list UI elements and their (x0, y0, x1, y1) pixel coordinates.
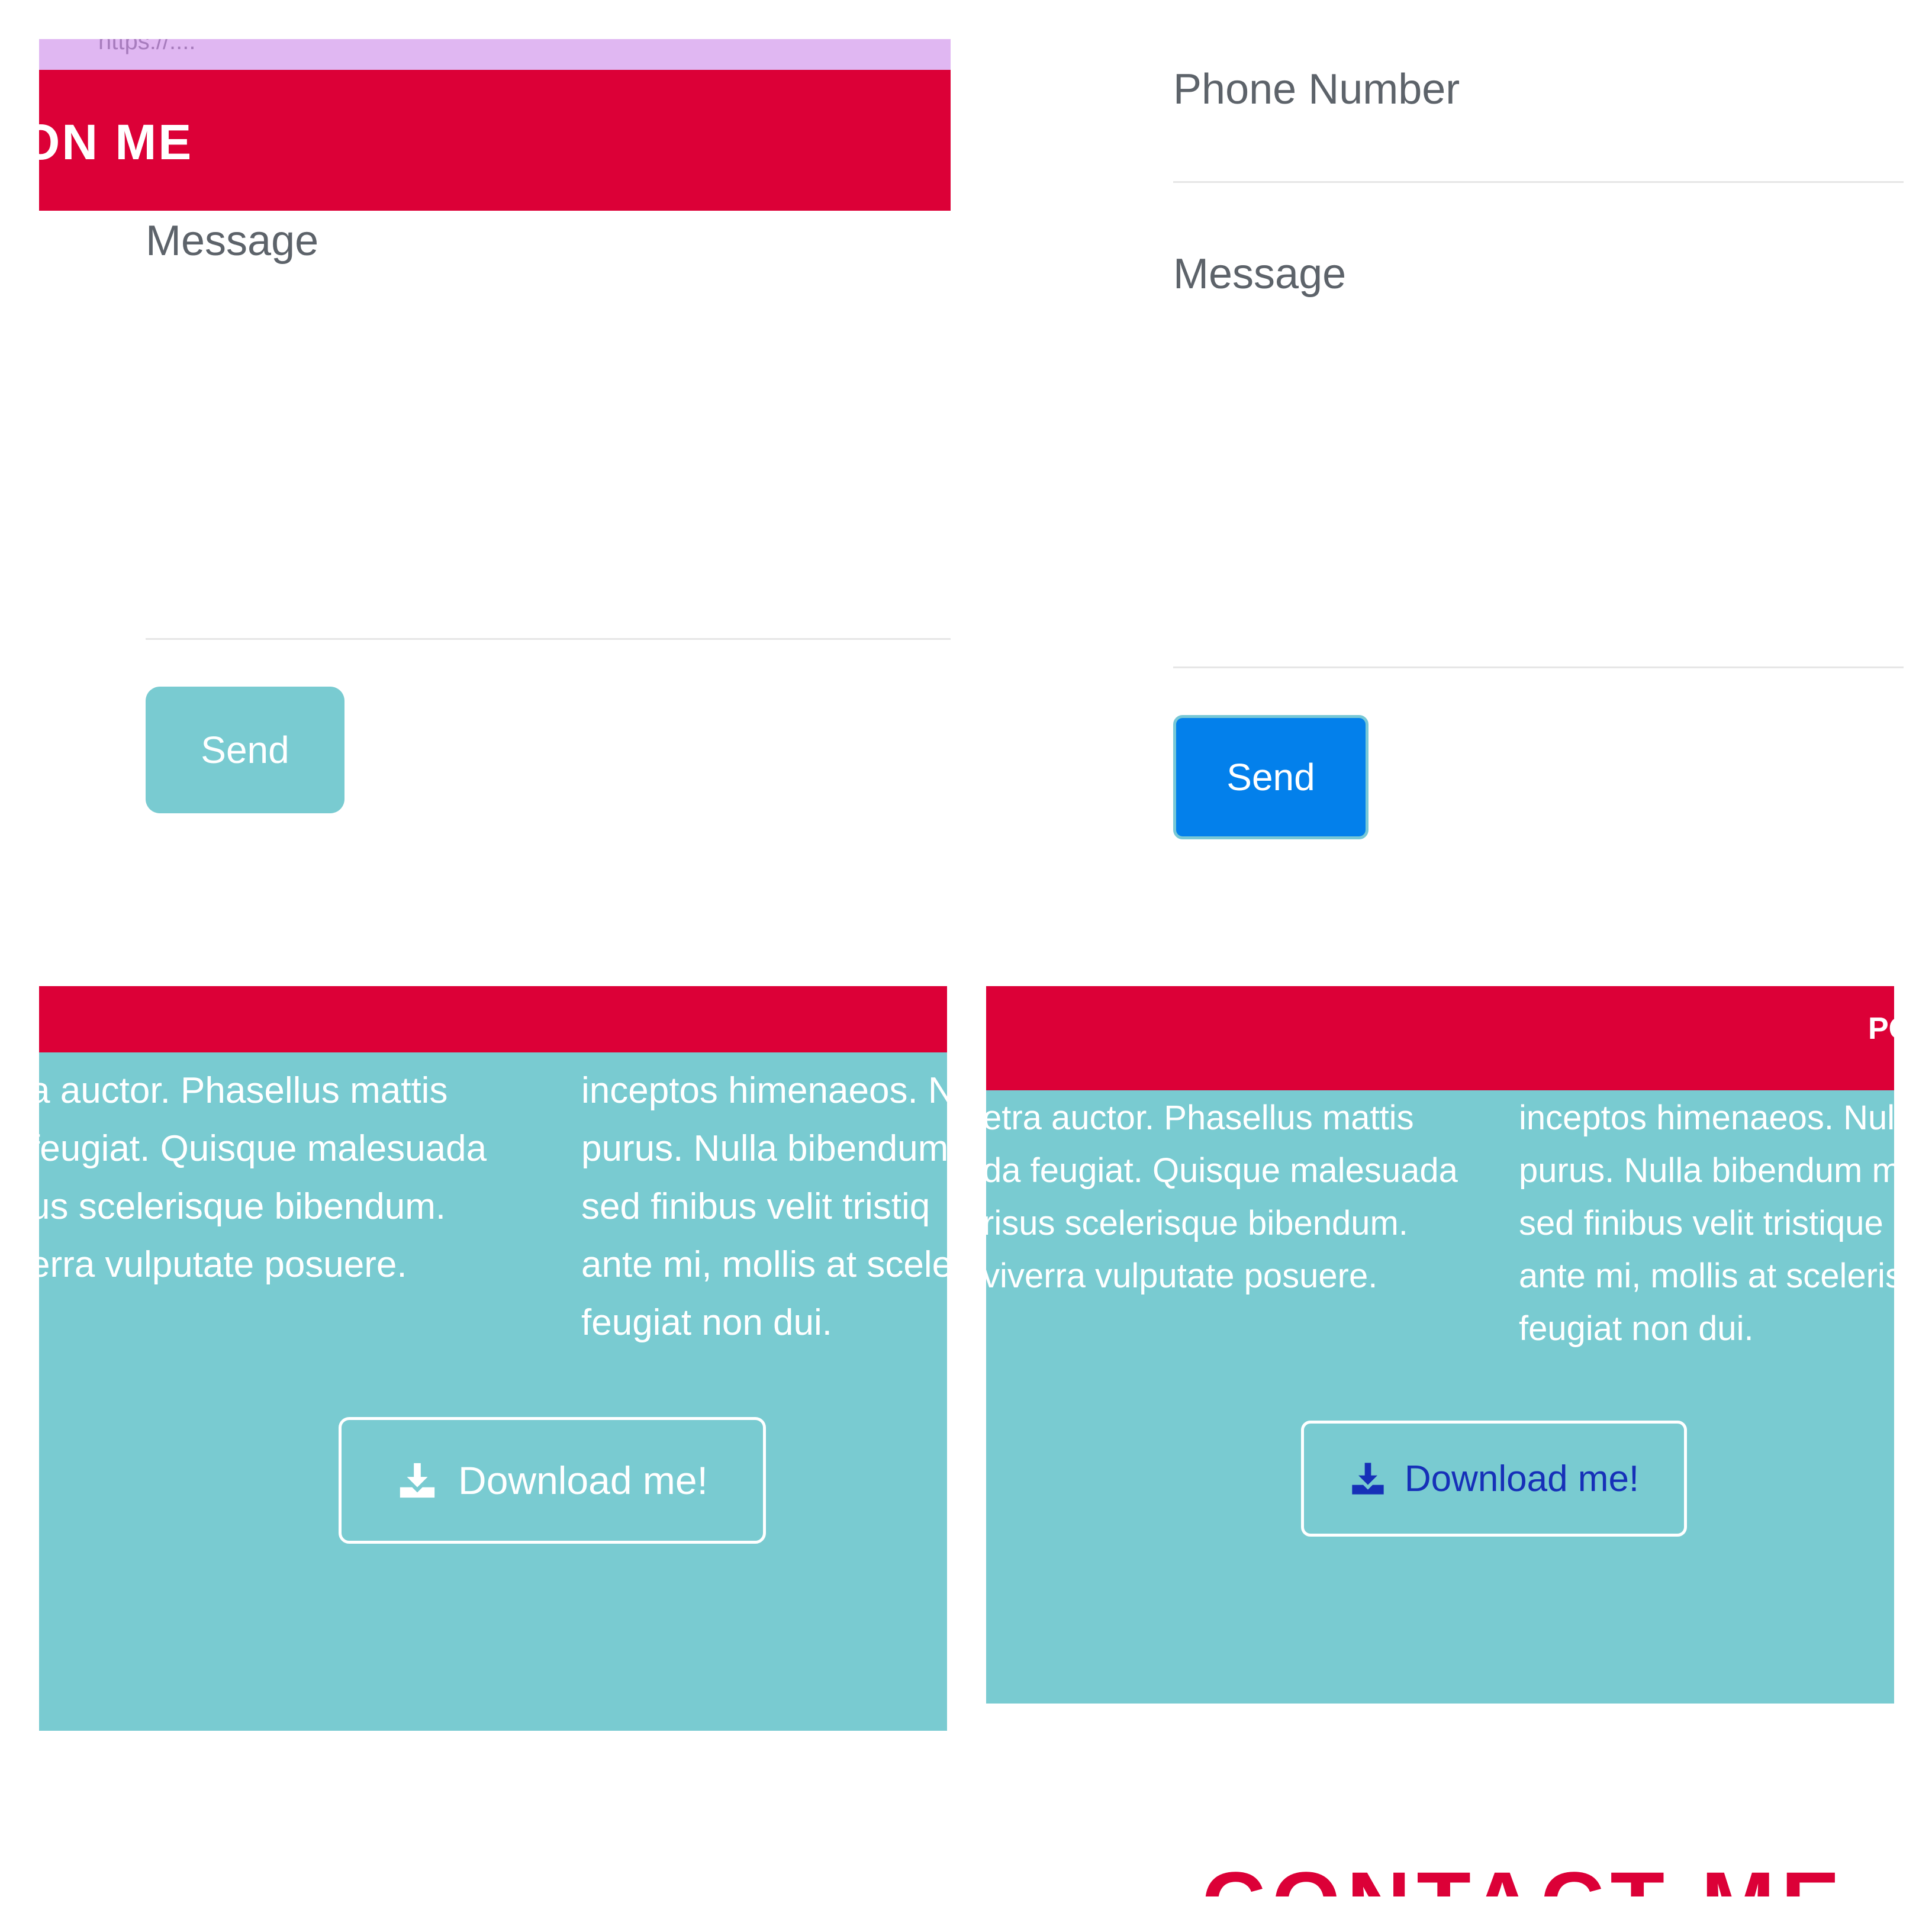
contact-heading-text: CONTACT ME (1202, 1859, 1846, 1896)
phone-number-field[interactable]: Phone Number (1173, 65, 1460, 114)
message-field[interactable]: Message (1173, 250, 1346, 298)
text-line: sed finibus velit tristique (1519, 1204, 1883, 1242)
text-line: etra auctor. Phasellus mattis (986, 1099, 1414, 1137)
section-header-bar (39, 986, 947, 1052)
text-line: inceptos himenaeos. N (581, 1070, 947, 1111)
text-line: da feugiat. Quisque malesuada (986, 1151, 1458, 1190)
download-label: Download me! (1404, 1458, 1640, 1499)
text-line: sed finibus velit tristiq (581, 1186, 930, 1227)
text-line: viverra vulputate posuere. (986, 1257, 1378, 1295)
text-line: feugiat. Quisque malesuada (39, 1128, 487, 1169)
text-line: risus scelerisque bibendum. (986, 1204, 1408, 1242)
header-fragment: PO (1868, 1012, 1894, 1046)
text-column-2: inceptos himenaeos. Nul purus. Nulla bib… (1519, 1091, 1894, 1355)
header-title: ON ME (39, 114, 194, 170)
about-section-left: a auctor. Phasellus mattis feugiat. Quis… (39, 986, 947, 1731)
download-icon (397, 1460, 438, 1501)
contact-form-panel-right: Phone Number Message Send (990, 0, 1904, 947)
contact-heading: CONTACT ME (1202, 1859, 1846, 1896)
url-text: https://.... (98, 39, 196, 54)
text-line: feugiat non dui. (581, 1302, 833, 1343)
text-line: erra vulputate posuere. (39, 1244, 407, 1285)
text-column-1: etra auctor. Phasellus mattis da feugiat… (986, 1091, 1458, 1302)
send-button[interactable]: Send (146, 687, 344, 813)
message-field-underline (1173, 666, 1904, 668)
download-label: Download me! (458, 1458, 708, 1502)
send-button[interactable]: Send (1173, 715, 1368, 839)
text-column-1: a auctor. Phasellus mattis feugiat. Quis… (39, 1062, 487, 1294)
text-line: us scelerisque bibendum. (39, 1186, 446, 1227)
phone-number-underline (1173, 181, 1904, 183)
text-line: a auctor. Phasellus mattis (39, 1070, 448, 1111)
text-line: inceptos himenaeos. Nul (1519, 1099, 1894, 1137)
message-field-underline (146, 638, 951, 640)
message-field[interactable]: Message (146, 217, 318, 265)
text-column-2: inceptos himenaeos. N purus. Nulla biben… (581, 1062, 947, 1352)
download-icon (1349, 1460, 1387, 1498)
text-line: feugiat non dui. (1519, 1309, 1754, 1348)
section-header-bar (986, 986, 1894, 1090)
text-line: ante mi, mollis at scele (581, 1244, 947, 1285)
download-button[interactable]: Download me! (339, 1417, 766, 1544)
about-section-right: PO etra auctor. Phasellus mattis da feug… (986, 986, 1894, 1704)
contact-form-panel-left: https://.... ON ME Message Send (39, 39, 951, 951)
text-line: ante mi, mollis at sceleris (1519, 1257, 1894, 1295)
text-line: purus. Nulla bibendum (581, 1128, 947, 1169)
download-button[interactable]: Download me! (1301, 1421, 1687, 1537)
text-line: purus. Nulla bibendum m (1519, 1151, 1894, 1190)
